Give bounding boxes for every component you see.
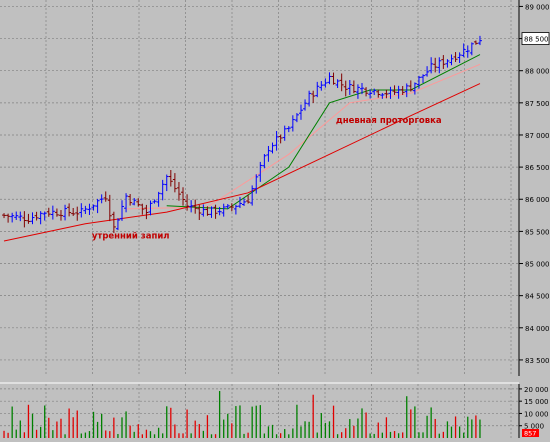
price-tick-label: 89 000: [525, 3, 550, 11]
price-tick-label: 86 000: [525, 196, 550, 204]
volume-tick-label: 20 000: [524, 386, 549, 394]
volume-axis: 20 00015 00010 0005 000857: [518, 384, 549, 438]
price-panel-background: [0, 0, 519, 376]
price-tick-label: 85 500: [525, 228, 550, 236]
price-tick-label: 84 500: [525, 293, 550, 301]
price-tick-label: 87 000: [525, 132, 550, 140]
price-panel[interactable]: утренний запил дневная проторговка: [0, 0, 519, 376]
price-tick-label: 88 000: [525, 68, 550, 76]
price-tick-label: 84 000: [525, 325, 550, 333]
price-axis: 89 000 88 000 87 500 87 000 86 500 86 000 85 5…: [518, 0, 550, 376]
trading-chart-window: утренний запил дневная проторговка 89 000…: [0, 0, 550, 438]
chart-annotation: дневная проторговка: [336, 116, 442, 126]
chart-canvas: утренний запил дневная проторговка 89 000…: [0, 0, 550, 438]
volume-panel[interactable]: [0, 384, 519, 438]
volume-tick-label: 10 000: [524, 410, 549, 418]
price-tick-label: 83 500: [525, 357, 550, 365]
last-volume-label: 857: [524, 430, 536, 438]
panel-separator: [0, 376, 550, 383]
chart-annotation: утренний запил: [92, 232, 170, 242]
price-tick-label: 86 500: [525, 164, 550, 172]
last-price-label: 88 500: [524, 36, 549, 44]
price-tick-label: 85 000: [525, 261, 550, 269]
price-tick-label: 87 500: [525, 100, 550, 108]
volume-tick-label: 15 000: [524, 398, 549, 406]
